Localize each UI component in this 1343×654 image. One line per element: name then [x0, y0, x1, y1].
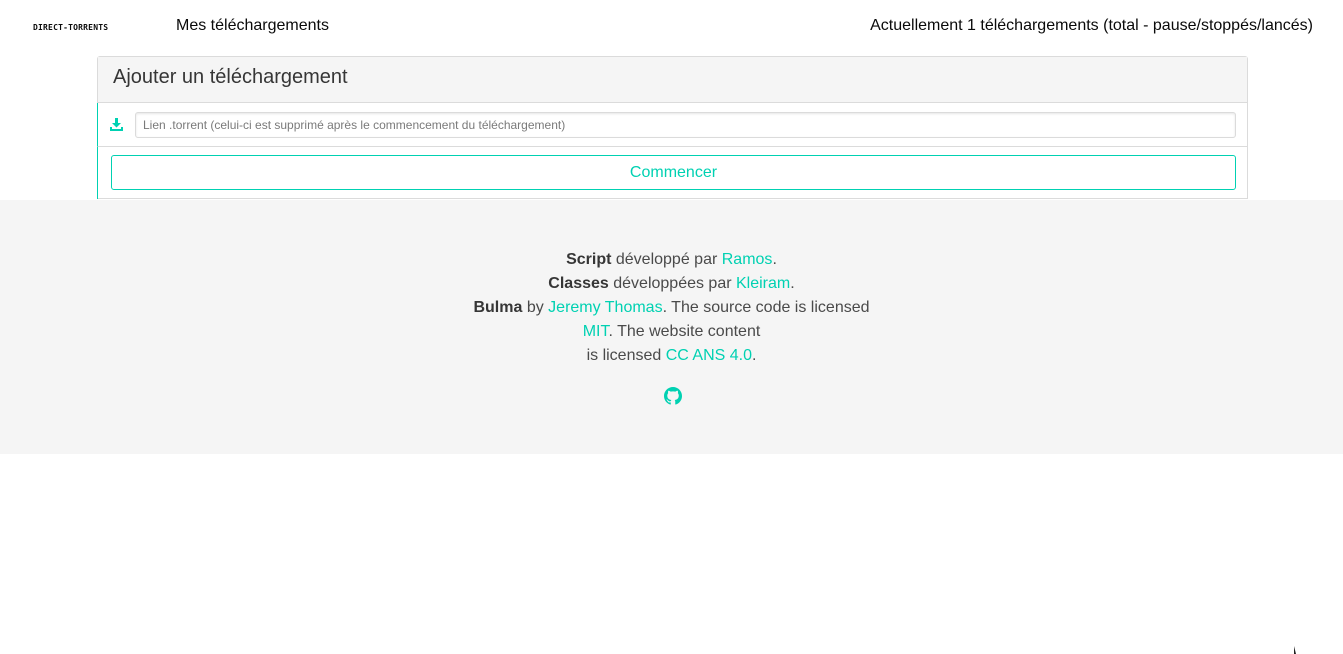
panel-heading: Ajouter un téléchargement — [98, 57, 1247, 103]
author-link-jeremy-thomas[interactable]: Jeremy Thomas — [548, 299, 662, 316]
mouse-cursor-icon — [1294, 646, 1296, 654]
start-button[interactable]: Commencer — [111, 155, 1236, 190]
license-link-cc[interactable]: CC ANS 4.0 — [666, 347, 752, 364]
author-link-ramos[interactable]: Ramos — [722, 251, 773, 268]
footer: Script développé par Ramos. Classes déve… — [0, 200, 1343, 654]
footer-line-bulma: Bulma by Jeremy Thomas. The source code … — [473, 299, 870, 316]
add-download-panel: Ajouter un téléchargement Commencer — [97, 56, 1248, 199]
start-button-row: Commencer — [97, 147, 1247, 199]
brand-logo[interactable]: DIRECT-TORRENTS — [33, 23, 108, 32]
torrent-input-row — [97, 103, 1247, 147]
footer-line-script: Script développé par Ramos. — [566, 251, 777, 268]
footer-line-cc: is licensed CC ANS 4.0. — [586, 347, 757, 364]
download-icon — [110, 118, 123, 131]
footer-credits: Script développé par Ramos. Classes déve… — [0, 248, 1343, 368]
footer-line-classes: Classes développées par Kleiram. — [548, 275, 795, 292]
author-link-kleiram[interactable]: Kleiram — [736, 275, 790, 292]
torrent-link-input[interactable] — [135, 112, 1236, 138]
nav-my-downloads[interactable]: Mes téléchargements — [176, 17, 329, 35]
footer-line-mit: MIT. The website content — [582, 323, 761, 340]
license-link-mit[interactable]: MIT — [583, 323, 609, 340]
downloads-status[interactable]: Actuellement 1 téléchargements (total - … — [870, 17, 1313, 35]
github-icon[interactable] — [664, 387, 682, 405]
navbar: DIRECT-TORRENTS Mes téléchargements Actu… — [0, 0, 1343, 56]
